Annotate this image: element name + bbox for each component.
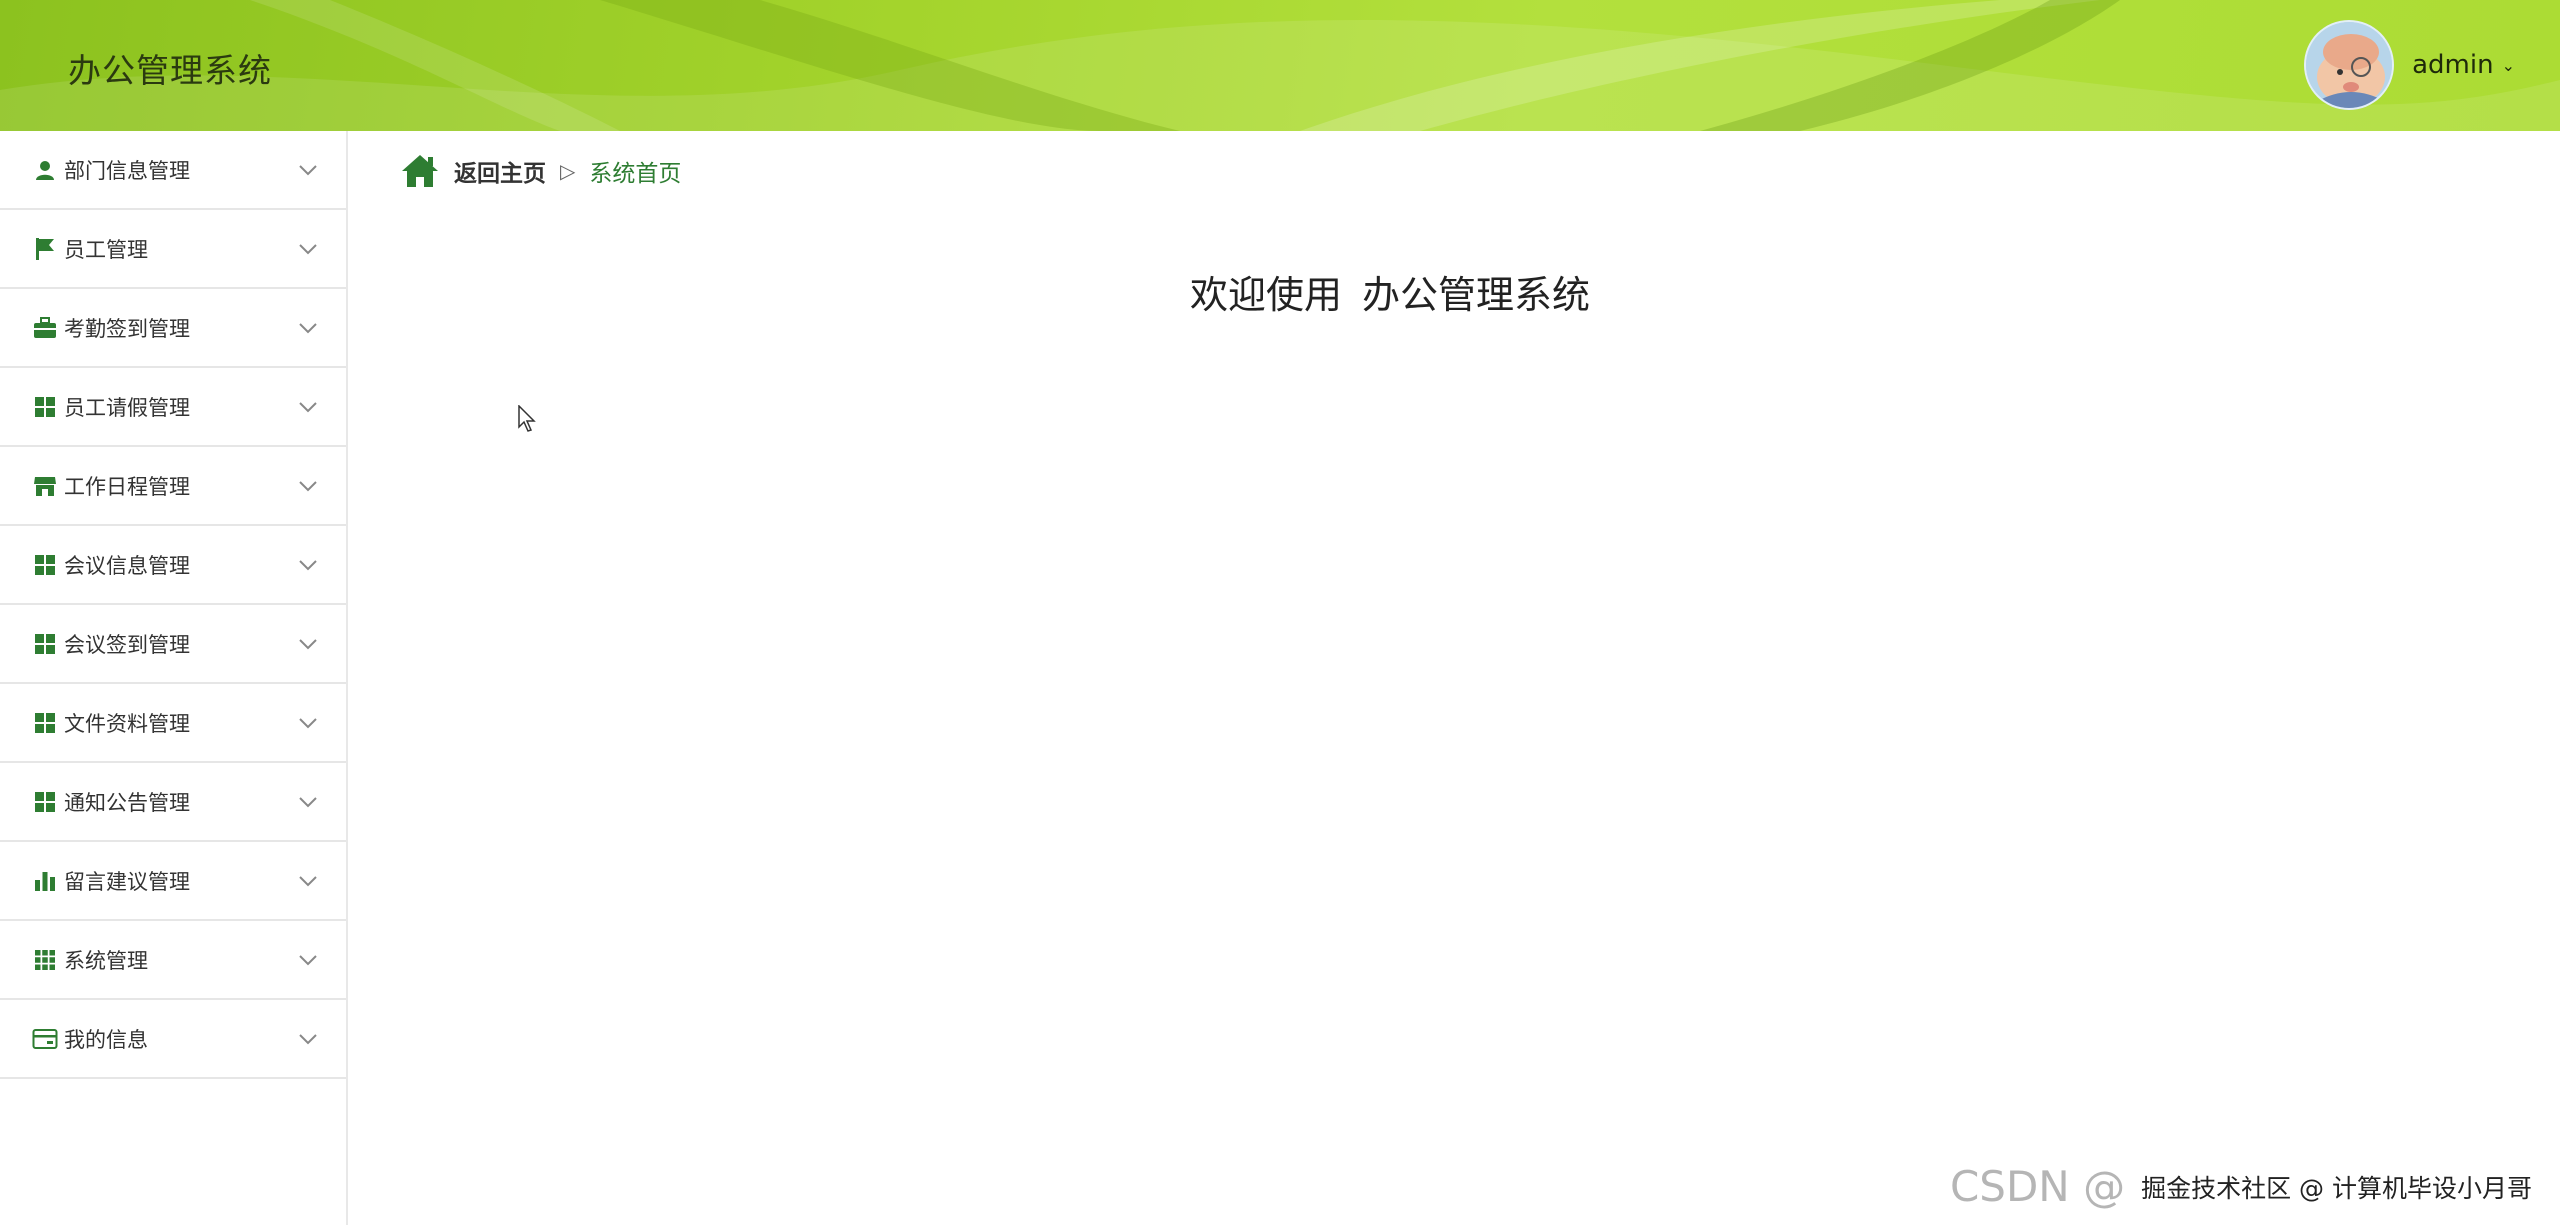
sidebar-item-leave[interactable]: 员工请假管理	[0, 368, 346, 447]
watermark: CSDN @ 掘金技术社区 @ 计算机毕设小月哥	[1950, 1162, 2532, 1211]
sidebar-item-files[interactable]: 文件资料管理	[0, 684, 346, 763]
apps-icon	[32, 947, 58, 973]
chevron-down-icon	[299, 559, 317, 570]
breadcrumb-current: 系统首页	[589, 161, 682, 187]
grid-icon	[32, 552, 58, 578]
home-icon[interactable]	[400, 153, 440, 189]
sidebar-item-label: 部门信息管理	[64, 158, 190, 183]
sidebar-item-label: 员工管理	[64, 237, 148, 262]
chevron-down-icon	[299, 1033, 317, 1044]
sidebar-item-label: 员工请假管理	[64, 395, 190, 420]
avatar-image	[2306, 22, 2393, 108]
top-header: 办公管理系统 admin ⌄	[0, 0, 2560, 131]
sidebar-item-label: 系统管理	[64, 948, 148, 973]
sidebar-item-label: 会议签到管理	[64, 632, 190, 657]
bar-chart-icon	[32, 868, 58, 894]
sidebar-item-label: 文件资料管理	[64, 711, 190, 736]
grid-icon	[32, 789, 58, 815]
header-wave-decoration	[0, 0, 2560, 131]
chevron-down-icon	[299, 717, 317, 728]
sidebar-item-notices[interactable]: 通知公告管理	[0, 763, 346, 842]
sidebar-item-system[interactable]: 系统管理	[0, 921, 346, 1000]
breadcrumb-home-link[interactable]: 返回主页	[454, 154, 546, 188]
chevron-down-icon	[299, 638, 317, 649]
welcome-heading: 欢迎使用 办公管理系统	[350, 264, 2560, 319]
breadcrumb-separator: ▷	[560, 159, 576, 183]
avatar[interactable]	[2304, 20, 2395, 110]
chevron-down-icon	[299, 322, 317, 333]
sidebar-item-attendance[interactable]: 考勤签到管理	[0, 289, 346, 368]
welcome-prefix: 欢迎使用	[1189, 273, 1342, 317]
sidebar-item-meeting-info[interactable]: 会议信息管理	[0, 526, 346, 605]
welcome-system-name: 办公管理系统	[1362, 273, 1591, 317]
sidebar-item-my-info[interactable]: 我的信息	[0, 1000, 346, 1079]
watermark-csdn: CSDN @	[1949, 1162, 2126, 1211]
mouse-cursor-icon	[518, 405, 536, 432]
chevron-down-icon[interactable]: ⌄	[2502, 56, 2515, 75]
username[interactable]: admin	[2412, 50, 2493, 80]
sidebar-item-employee[interactable]: 员工管理	[0, 210, 346, 289]
breadcrumb: 返回主页 ▷ 系统首页	[400, 151, 681, 191]
user-menu[interactable]: admin ⌄	[2304, 20, 2515, 110]
sidebar-item-department[interactable]: 部门信息管理	[0, 131, 346, 210]
grid-icon	[32, 394, 58, 420]
main-content: 返回主页 ▷ 系统首页 欢迎使用 办公管理系统	[350, 131, 2560, 1225]
watermark-community: 掘金技术社区 @ 计算机毕设小月哥	[2141, 1173, 2532, 1203]
chevron-down-icon	[299, 164, 317, 175]
chevron-down-icon	[299, 401, 317, 412]
sidebar-item-feedback[interactable]: 留言建议管理	[0, 842, 346, 921]
sidebar-item-label: 会议信息管理	[64, 553, 190, 578]
sidebar-item-label: 通知公告管理	[64, 790, 190, 815]
sidebar-item-label: 我的信息	[64, 1027, 148, 1052]
chevron-down-icon	[299, 480, 317, 491]
grid-icon	[32, 631, 58, 657]
sidebar-item-label: 考勤签到管理	[64, 316, 190, 341]
chevron-down-icon	[299, 954, 317, 965]
sidebar-item-schedule[interactable]: 工作日程管理	[0, 447, 346, 526]
sidebar-item-label: 留言建议管理	[64, 869, 190, 894]
app-title: 办公管理系统	[68, 51, 272, 90]
briefcase-icon	[32, 315, 58, 341]
card-icon	[32, 1026, 58, 1052]
sidebar-item-meeting-signin[interactable]: 会议签到管理	[0, 605, 346, 684]
store-icon	[32, 473, 58, 499]
user-icon	[32, 157, 58, 183]
chevron-down-icon	[299, 243, 317, 254]
sidebar-item-label: 工作日程管理	[64, 474, 190, 499]
grid-icon	[32, 710, 58, 736]
sidebar: 部门信息管理 员工管理 考勤签到管理 员工请假管理 工作日程管理 会议信息管理	[0, 131, 348, 1225]
flag-icon	[32, 236, 58, 262]
chevron-down-icon	[299, 875, 317, 886]
chevron-down-icon	[299, 796, 317, 807]
